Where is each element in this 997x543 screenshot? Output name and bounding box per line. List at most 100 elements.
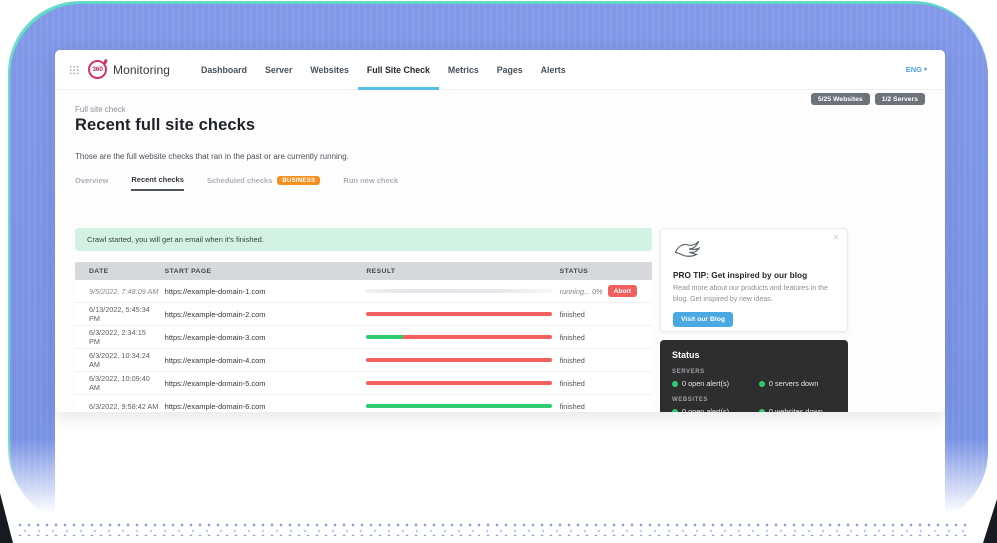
table-row[interactable]: 6/3/2022, 10:34:24 AMhttps://example-dom… bbox=[75, 349, 652, 372]
status-section-label-servers: SERVERS bbox=[672, 369, 836, 375]
progress-segment bbox=[366, 312, 552, 316]
page-subtitle: Those are the full website checks that r… bbox=[75, 152, 349, 161]
success-banner: Crawl started, you will get an email whe… bbox=[75, 228, 652, 251]
column-header-result: RESULT bbox=[366, 268, 559, 275]
status-dot bbox=[759, 409, 765, 413]
check-date: 6/3/2022, 10:34:24 AM bbox=[75, 351, 159, 369]
table-body: 9/5/2022, 7:48:09 AMhttps://example-doma… bbox=[75, 280, 652, 412]
table-row[interactable]: 6/3/2022, 10:09:40 AMhttps://example-dom… bbox=[75, 372, 652, 395]
pro-tip-title: PRO TIP: Get inspired by our blog bbox=[673, 270, 835, 280]
tab-label: Scheduled checks bbox=[207, 176, 272, 185]
check-result-cell bbox=[366, 289, 559, 293]
check-start-page: https://example-domain-1.com bbox=[159, 287, 367, 296]
check-result-cell bbox=[366, 312, 559, 316]
usage-badge: 5/25 Websites bbox=[811, 93, 870, 105]
column-header-status: STATUS bbox=[560, 268, 652, 275]
main-nav: DashboardServerWebsitesFull Site CheckMe… bbox=[192, 50, 575, 89]
check-date: 6/3/2022, 2:34:15 PM bbox=[75, 328, 159, 346]
progress-segment bbox=[366, 335, 403, 339]
abort-button[interactable]: Abort bbox=[608, 285, 637, 297]
nav-item-alerts[interactable]: Alerts bbox=[532, 50, 575, 89]
page-content: 5/25 Websites 1/2 Servers Full site check… bbox=[55, 90, 945, 412]
progress-segment bbox=[403, 335, 551, 339]
check-start-page: https://example-domain-6.com bbox=[159, 402, 367, 411]
status-text: finished bbox=[560, 402, 585, 411]
status-text: finished bbox=[560, 379, 585, 388]
status-section-label-websites: WEBSITES bbox=[672, 397, 836, 403]
status-text: finished bbox=[560, 356, 585, 365]
status-items-row: 0 open alert(s) 0 websites down bbox=[672, 407, 836, 412]
table-header: DATESTART PAGERESULTSTATUS bbox=[75, 262, 652, 280]
table-row[interactable]: 9/5/2022, 7:48:09 AMhttps://example-doma… bbox=[75, 280, 652, 303]
close-icon[interactable]: × bbox=[833, 232, 839, 244]
status-item-label: 0 servers down bbox=[769, 379, 818, 388]
status-text: finished bbox=[560, 333, 585, 342]
check-result-cell bbox=[366, 358, 559, 362]
tab-label: Overview bbox=[75, 176, 108, 185]
status-text: running... 0% bbox=[560, 287, 603, 296]
usage-badges: 5/25 Websites 1/2 Servers bbox=[811, 93, 925, 105]
status-item-label: 0 websites down bbox=[769, 407, 823, 412]
status-item-label: 0 open alert(s) bbox=[682, 407, 729, 412]
check-status: finished bbox=[560, 333, 652, 342]
status-dot bbox=[759, 381, 765, 387]
spray-paint-edge bbox=[18, 522, 970, 536]
logo-360-icon[interactable]: 360 bbox=[88, 60, 107, 79]
status-text: finished bbox=[560, 310, 585, 319]
nav-item-server[interactable]: Server bbox=[256, 50, 301, 89]
check-date: 9/5/2022, 7:48:09 AM bbox=[75, 287, 159, 296]
column-header-date: DATE bbox=[75, 268, 159, 275]
visit-blog-button[interactable]: Visit our Blog bbox=[673, 312, 733, 327]
business-badge: BUSINESS bbox=[277, 176, 320, 185]
table-row[interactable]: 6/13/2022, 5:45:34 PMhttps://example-dom… bbox=[75, 303, 652, 326]
nav-item-metrics[interactable]: Metrics bbox=[439, 50, 488, 89]
table-row[interactable]: 6/3/2022, 9:58:42 AMhttps://example-doma… bbox=[75, 395, 652, 412]
check-status: finished bbox=[560, 379, 652, 388]
progress-bar bbox=[366, 404, 552, 408]
check-date: 6/3/2022, 9:58:42 AM bbox=[75, 402, 159, 411]
status-item-label: 0 open alert(s) bbox=[682, 379, 729, 388]
status-dot bbox=[672, 409, 678, 413]
check-status: finished bbox=[560, 310, 652, 319]
tab-run-new-check[interactable]: Run new check bbox=[343, 176, 398, 190]
check-result-cell bbox=[366, 404, 559, 408]
app-grid-icon[interactable] bbox=[69, 65, 79, 75]
brand-name[interactable]: Monitoring bbox=[113, 63, 170, 77]
status-item: 0 open alert(s) bbox=[672, 379, 759, 388]
progress-segment bbox=[366, 404, 552, 408]
progress-bar bbox=[366, 381, 552, 385]
tab-scheduled-checks[interactable]: Scheduled checks BUSINESS bbox=[207, 176, 321, 190]
logo-tick-decoration bbox=[103, 59, 107, 65]
page-title: Recent full site checks bbox=[75, 116, 255, 135]
status-card-title: Status bbox=[672, 350, 836, 360]
check-status: finished bbox=[560, 356, 652, 365]
nav-item-websites[interactable]: Websites bbox=[301, 50, 357, 89]
progress-bar bbox=[366, 358, 552, 362]
status-item: 0 open alert(s) bbox=[672, 407, 759, 412]
usage-badge: 1/2 Servers bbox=[875, 93, 925, 105]
check-start-page: https://example-domain-2.com bbox=[159, 310, 367, 319]
check-status: running... 0% Abort bbox=[560, 285, 652, 297]
language-label: ENG bbox=[906, 65, 922, 74]
progress-bar bbox=[366, 335, 552, 339]
progress-segment bbox=[366, 358, 552, 362]
breadcrumb: Full site check bbox=[75, 105, 126, 114]
status-items-row: 0 open alert(s) 0 servers down bbox=[672, 379, 836, 388]
hand-sketch-icon bbox=[673, 238, 701, 260]
tab-recent-checks[interactable]: Recent checks bbox=[131, 175, 184, 191]
check-date: 6/13/2022, 5:45:34 PM bbox=[75, 305, 159, 323]
app-window: 360 Monitoring DashboardServerWebsitesFu… bbox=[55, 50, 945, 412]
language-selector[interactable]: ENG ▾ bbox=[906, 65, 927, 74]
check-start-page: https://example-domain-4.com bbox=[159, 356, 367, 365]
check-start-page: https://example-domain-3.com bbox=[159, 333, 367, 342]
status-item: 0 servers down bbox=[759, 379, 818, 388]
pro-tip-card: × PRO TIP: Get inspired by our blog Read… bbox=[660, 228, 848, 332]
top-navbar: 360 Monitoring DashboardServerWebsitesFu… bbox=[55, 50, 945, 90]
table-row[interactable]: 6/3/2022, 2:34:15 PMhttps://example-doma… bbox=[75, 326, 652, 349]
nav-item-pages[interactable]: Pages bbox=[488, 50, 532, 89]
status-item: 0 websites down bbox=[759, 407, 823, 412]
nav-item-full-site-check[interactable]: Full Site Check bbox=[358, 50, 439, 89]
progress-bar bbox=[366, 312, 552, 316]
tab-overview[interactable]: Overview bbox=[75, 176, 108, 190]
nav-item-dashboard[interactable]: Dashboard bbox=[192, 50, 256, 89]
